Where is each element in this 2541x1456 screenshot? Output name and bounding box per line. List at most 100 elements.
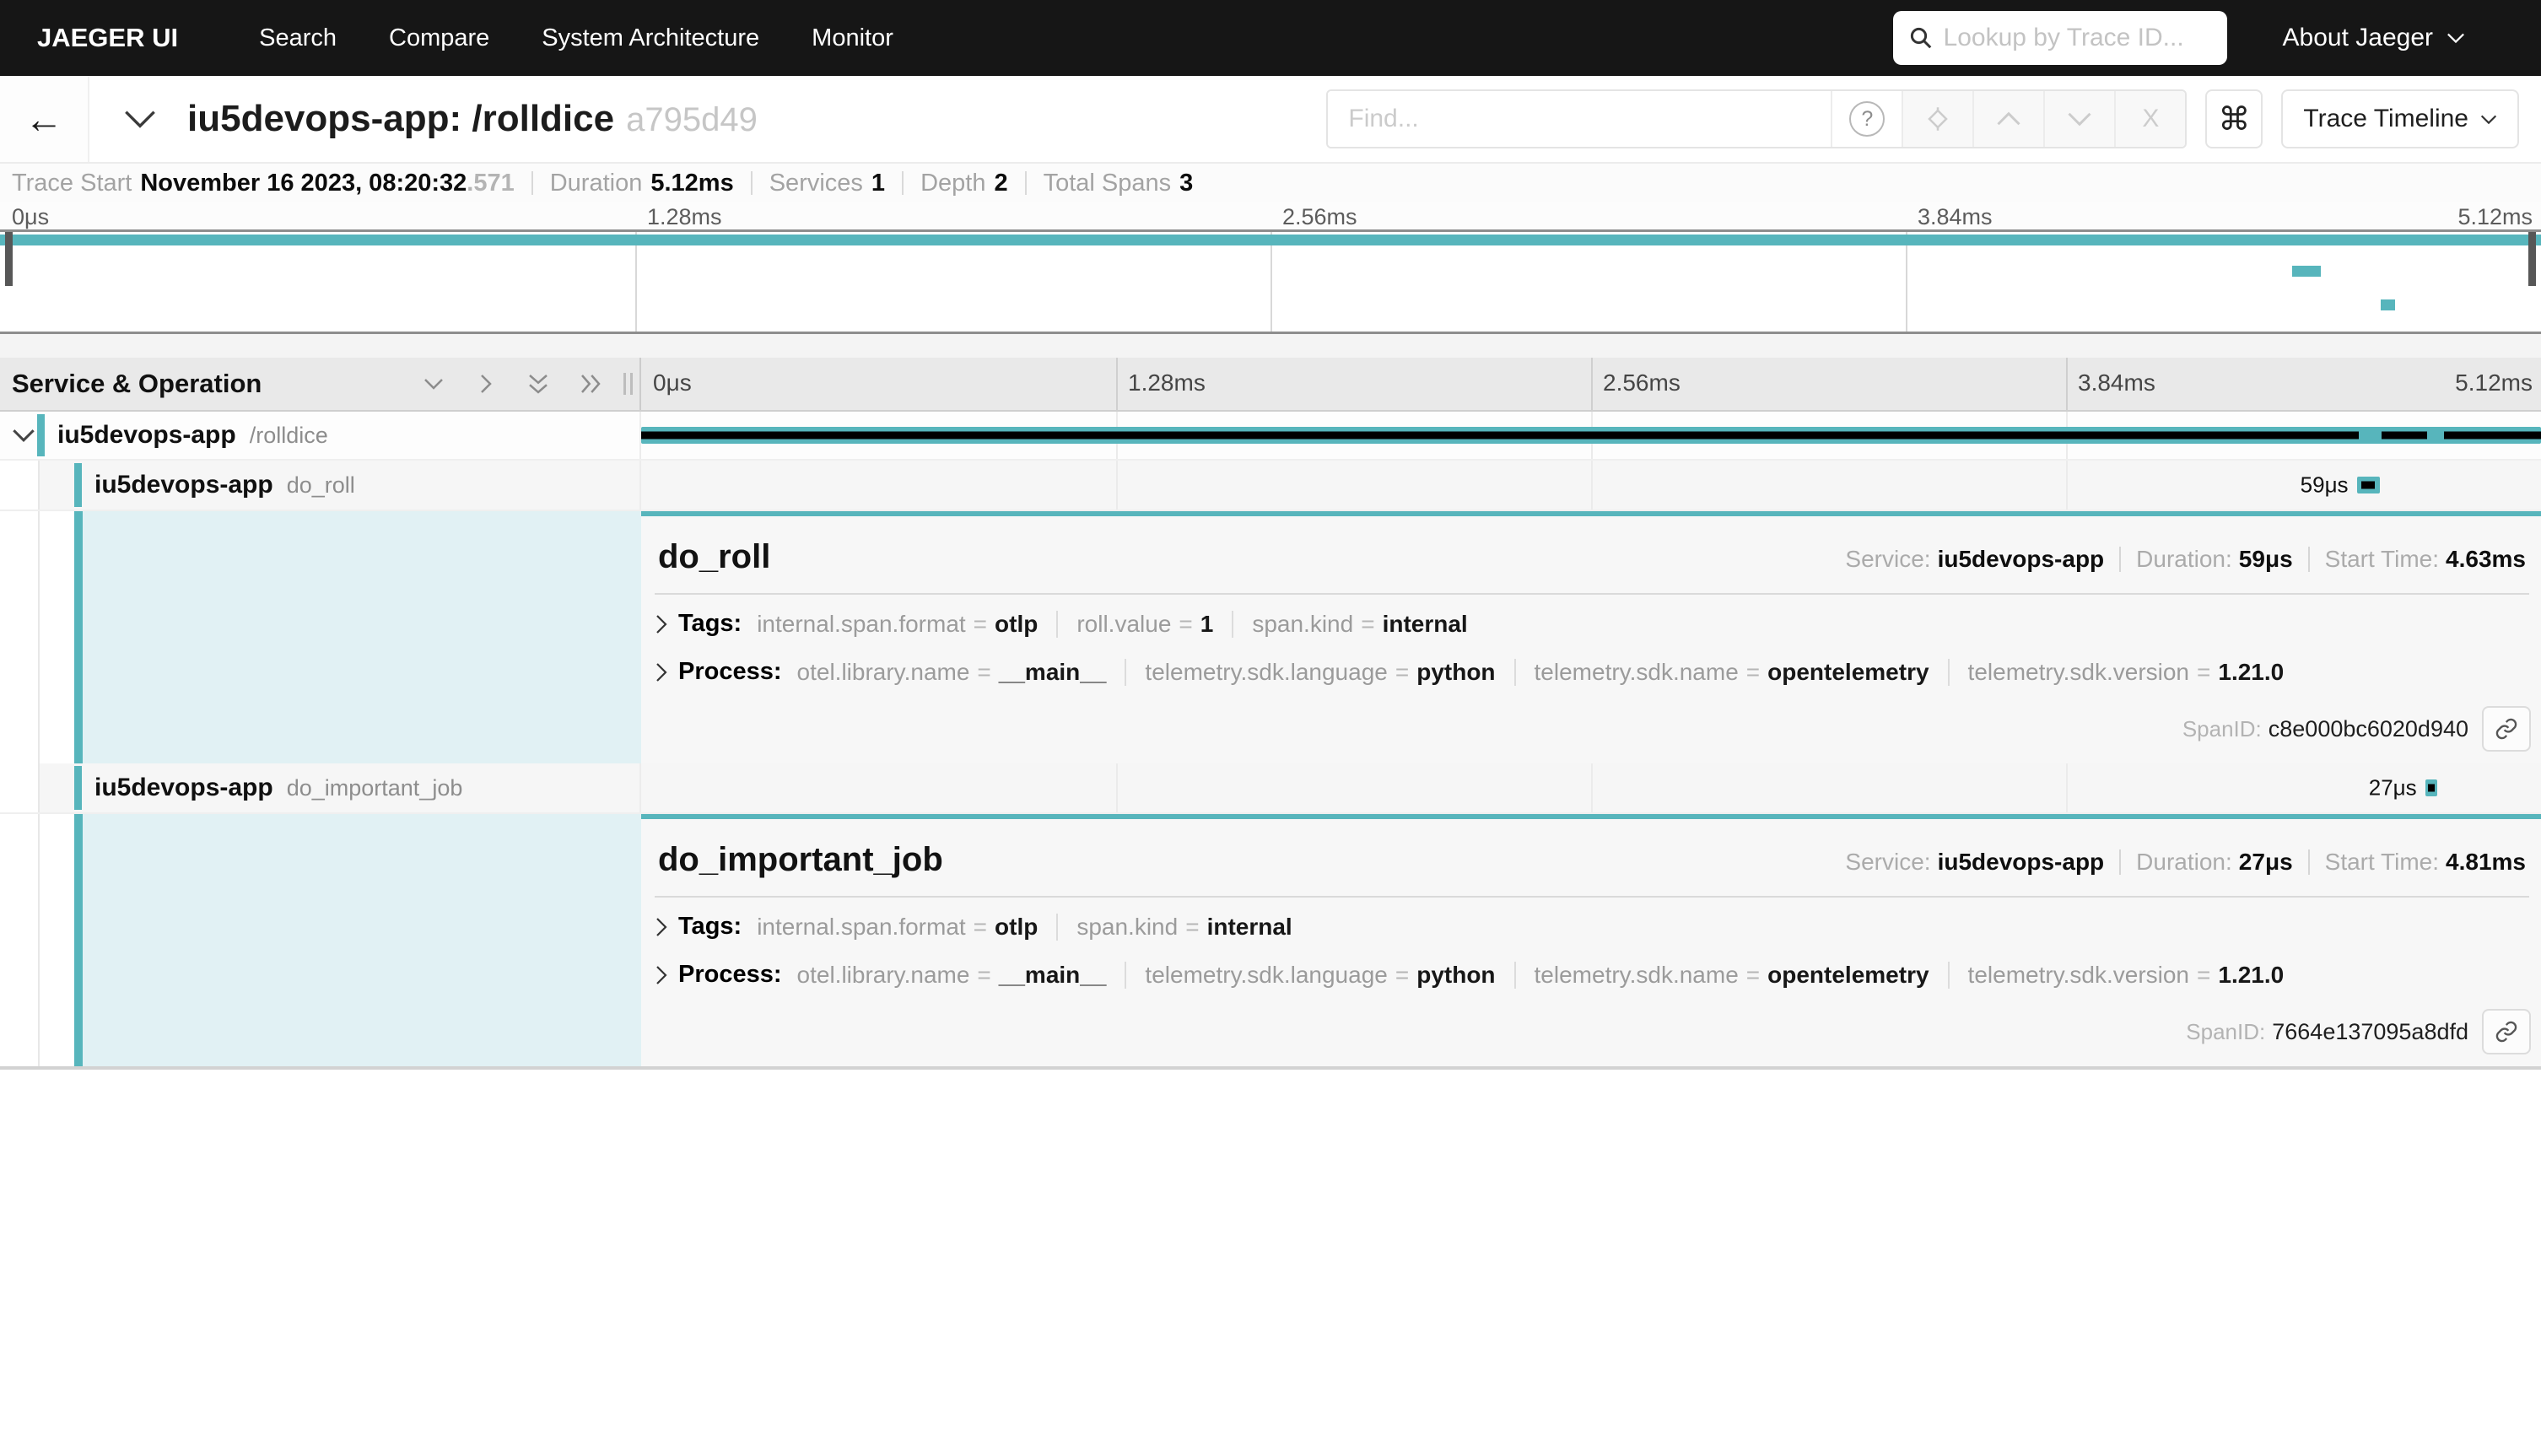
span-row-label-rolldice[interactable]: iu5devops-app /rolldice (0, 412, 641, 459)
tick-label: 1.28ms (1128, 369, 1206, 396)
find-prev-button[interactable] (1972, 91, 2044, 147)
expand-all-icon[interactable] (578, 371, 603, 396)
view-selector-button[interactable]: Trace Timeline (2281, 89, 2519, 148)
trace-summary-bar: Trace Start November 16 2023, 08:20:32 .… (0, 162, 2541, 202)
trace-start-fraction: .571 (467, 169, 515, 197)
kv-pair: internal.span.format = otlp (757, 610, 1039, 637)
trace-title-text: iu5devops-app: /rolldice (187, 98, 615, 139)
minimap-span-bar-do-important-job (2381, 299, 2395, 310)
kv-pair: telemetry.sdk.language = python (1125, 961, 1496, 989)
clear-icon: X (2142, 105, 2160, 132)
span-detail-title: do_roll (658, 538, 771, 575)
span-row-timeline-do-roll[interactable]: 59μs (641, 461, 2541, 510)
copy-link-button[interactable] (2482, 706, 2531, 752)
about-jaeger-menu[interactable]: About Jaeger (2283, 24, 2465, 52)
trace-start-label: Trace Start (12, 169, 132, 197)
process-label: Process: (678, 658, 782, 685)
span-color-tint (74, 814, 641, 1066)
expand-one-icon[interactable] (473, 371, 499, 396)
process-label: Process: (678, 961, 782, 988)
trace-minimap[interactable] (0, 229, 2541, 334)
copy-link-button[interactable] (2482, 1009, 2531, 1054)
span-detail-header: do_important_job Service: iu5devops-app … (653, 819, 2531, 896)
service-color-bar (74, 463, 82, 507)
span-detail-left-column (0, 814, 641, 1066)
span-detail-panel: do_roll Service: iu5devops-app Duration:… (641, 511, 2541, 763)
operation-name: do_roll (286, 472, 355, 498)
tick-label: 3.84ms (2078, 369, 2155, 396)
divider (531, 171, 533, 195)
focus-span-button[interactable] (1902, 91, 1973, 147)
service-name: iu5devops-app (57, 421, 236, 449)
find-input[interactable] (1328, 91, 1832, 147)
help-icon: ? (1849, 101, 1886, 137)
chevron-down-icon (2447, 33, 2464, 44)
span-row-do-roll: iu5devops-app do_roll 59μs (0, 461, 2541, 511)
collapse-one-icon[interactable] (421, 371, 446, 396)
chevron-down-icon[interactable] (12, 428, 35, 443)
indent-gutter (0, 763, 38, 812)
link-icon (2495, 1021, 2517, 1043)
nav-item-search[interactable]: Search (259, 24, 337, 52)
collapse-all-icon[interactable] (526, 371, 551, 396)
trace-start-value: November 16 2023, 08:20:32 (140, 169, 467, 197)
indent-guide (38, 814, 40, 1066)
process-kv-list: otel.library.name = __main__ telemetry.sdk.… (797, 961, 2284, 989)
span-id-label: SpanID: (2182, 715, 2262, 741)
service-name: iu5devops-app (94, 774, 273, 801)
service-label: Service: (1845, 546, 1931, 572)
back-button[interactable]: ← (0, 76, 89, 162)
minimap-left-drag-handle[interactable] (5, 232, 13, 286)
find-clear-button[interactable]: X (2114, 91, 2186, 147)
timeline-header: 0μs 1.28ms 2.56ms 3.84ms 5.12ms (641, 358, 2541, 410)
nav-item-system-architecture[interactable]: System Architecture (542, 24, 759, 52)
gridline (1116, 763, 1118, 812)
start-time-value: 4.81ms (2446, 849, 2526, 875)
trace-page-header: ← iu5devops-app: /rolldice a795d49 ? X ⌘ (0, 76, 2541, 162)
indent-gutter (0, 461, 38, 510)
trace-id-lookup (1892, 11, 2227, 65)
process-toggle[interactable]: Process: (655, 961, 797, 989)
chevron-right-icon (656, 965, 667, 984)
total-spans-label: Total Spans (1043, 169, 1172, 197)
process-kv-list: otel.library.name = __main__ telemetry.sdk.… (796, 658, 2284, 686)
minimap-right-drag-handle[interactable] (2528, 232, 2536, 286)
chevron-right-icon (656, 917, 667, 936)
span-row-label-do-important-job[interactable]: iu5devops-app do_important_job (0, 763, 641, 812)
critical-path-segment (2361, 481, 2376, 489)
span-row-label-do-roll[interactable]: iu5devops-app do_roll (0, 461, 641, 510)
trace-id-lookup-input[interactable] (1943, 24, 2212, 52)
duration-label: Duration: (2136, 849, 2232, 875)
nav-item-compare[interactable]: Compare (389, 24, 489, 52)
gridline (1116, 461, 1118, 510)
find-help-button[interactable]: ? (1831, 91, 1902, 147)
process-toggle[interactable]: Process: (655, 658, 797, 686)
minimap-span-bar-rolldice (0, 235, 2541, 245)
keyboard-shortcuts-button[interactable]: ⌘ (2205, 89, 2263, 148)
span-detail-do-important-job: do_important_job Service: iu5devops-app … (0, 814, 2541, 1070)
trace-id-short: a795d49 (626, 101, 758, 138)
process-row: Process: otel.library.name = __main__ telem… (653, 946, 2531, 994)
chevron-right-icon (656, 614, 667, 634)
tick-label: 2.56ms (1603, 369, 1681, 396)
nav-brand[interactable]: JAEGER UI (37, 23, 178, 53)
minimap-tick-labels: 0μs 1.28ms 2.56ms 3.84ms 5.12ms (0, 202, 2541, 229)
kv-pair: span.kind = internal (1232, 610, 1468, 638)
kv-pair: otel.library.name = __main__ (796, 658, 1107, 685)
start-time-label: Start Time: (2324, 546, 2440, 572)
indent-guide (38, 511, 40, 763)
gridline (1591, 461, 1593, 510)
span-row-timeline-do-important-job[interactable]: 27μs (641, 763, 2541, 812)
gridline (2066, 763, 2068, 812)
gridline (1116, 358, 1118, 410)
span-row-timeline-rolldice[interactable] (641, 412, 2541, 459)
tags-toggle[interactable]: Tags: (655, 610, 757, 638)
collapse-trace-header-button[interactable] (123, 109, 157, 129)
tags-toggle[interactable]: Tags: (655, 913, 757, 941)
nav-item-monitor[interactable]: Monitor (812, 24, 893, 52)
duration-value: 59μs (2238, 546, 2293, 572)
column-resizer-grip[interactable] (623, 373, 633, 395)
find-next-button[interactable] (2043, 91, 2115, 147)
duration-label: Duration (549, 169, 643, 197)
tags-kv-list: internal.span.format = otlp roll.value = 1 spa… (757, 610, 1468, 638)
